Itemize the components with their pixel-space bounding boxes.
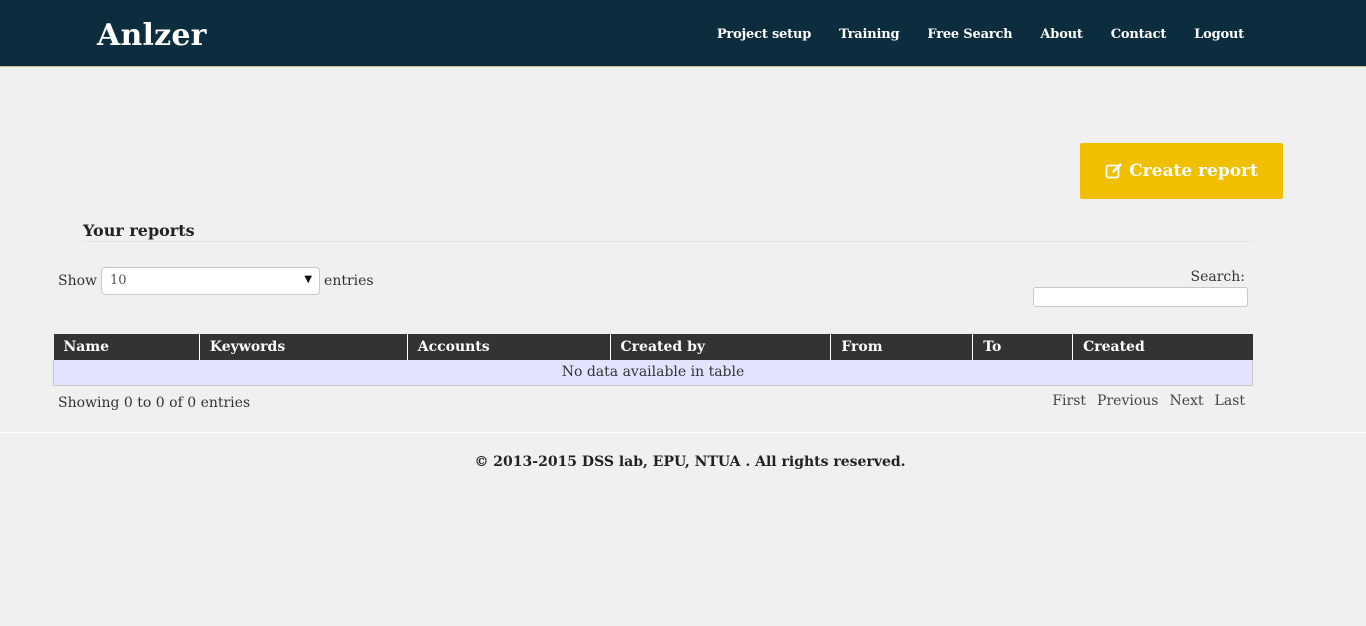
column-header-created-by[interactable]: Created by xyxy=(609,334,831,360)
column-header-to[interactable]: To xyxy=(972,334,1073,360)
heading-divider xyxy=(83,241,1253,242)
create-report-label: Create report xyxy=(1129,161,1258,181)
show-label: Show xyxy=(58,273,98,289)
nav-link-training[interactable]: Training xyxy=(839,27,899,42)
footer-divider xyxy=(0,432,1366,433)
brand-logo[interactable]: Anlzer xyxy=(97,18,207,53)
column-header-keywords[interactable]: Keywords xyxy=(198,334,408,360)
column-header-name[interactable]: Name xyxy=(53,334,200,360)
column-header-from[interactable]: From xyxy=(830,334,973,360)
empty-table-message: No data available in table xyxy=(53,360,1253,386)
nav-link-logout[interactable]: Logout xyxy=(1194,27,1244,42)
search-input[interactable] xyxy=(1033,287,1248,307)
search-label: Search: xyxy=(1190,269,1246,285)
nav-link-free-search[interactable]: Free Search xyxy=(927,27,1012,42)
pagination-last[interactable]: Last xyxy=(1215,393,1245,409)
nav-links: Project setup Training Free Search About… xyxy=(689,27,1244,42)
footer-copyright: © 2013-2015 DSS lab, EPU, NTUA . All rig… xyxy=(474,454,906,470)
table-header-row: Name Keywords Accounts Created by From T… xyxy=(53,334,1253,360)
table-row: No data available in table xyxy=(53,360,1253,386)
edit-icon xyxy=(1105,162,1123,180)
reports-table: Name Keywords Accounts Created by From T… xyxy=(53,334,1253,386)
reports-heading: Your reports xyxy=(83,221,195,240)
entries-length-value: 10 xyxy=(110,273,127,288)
column-header-created[interactable]: Created xyxy=(1072,334,1253,360)
nav-link-about[interactable]: About xyxy=(1040,27,1083,42)
nav-link-project-setup[interactable]: Project setup xyxy=(717,27,811,42)
entries-label: entries xyxy=(324,273,374,289)
pagination-first[interactable]: First xyxy=(1052,393,1086,409)
pagination-previous[interactable]: Previous xyxy=(1097,393,1158,409)
pagination: First Previous Next Last xyxy=(1041,393,1245,409)
entries-length-control: Show 10 ▼ entries xyxy=(58,267,374,295)
pagination-next[interactable]: Next xyxy=(1169,393,1203,409)
create-report-button[interactable]: Create report xyxy=(1080,143,1283,199)
column-header-accounts[interactable]: Accounts xyxy=(406,334,611,360)
caret-down-icon: ▼ xyxy=(304,274,313,285)
table-info: Showing 0 to 0 of 0 entries xyxy=(58,395,251,411)
top-navbar: Anlzer Project setup Training Free Searc… xyxy=(0,0,1366,67)
entries-length-select[interactable]: 10 ▼ xyxy=(101,267,321,295)
nav-link-contact[interactable]: Contact xyxy=(1111,27,1167,42)
